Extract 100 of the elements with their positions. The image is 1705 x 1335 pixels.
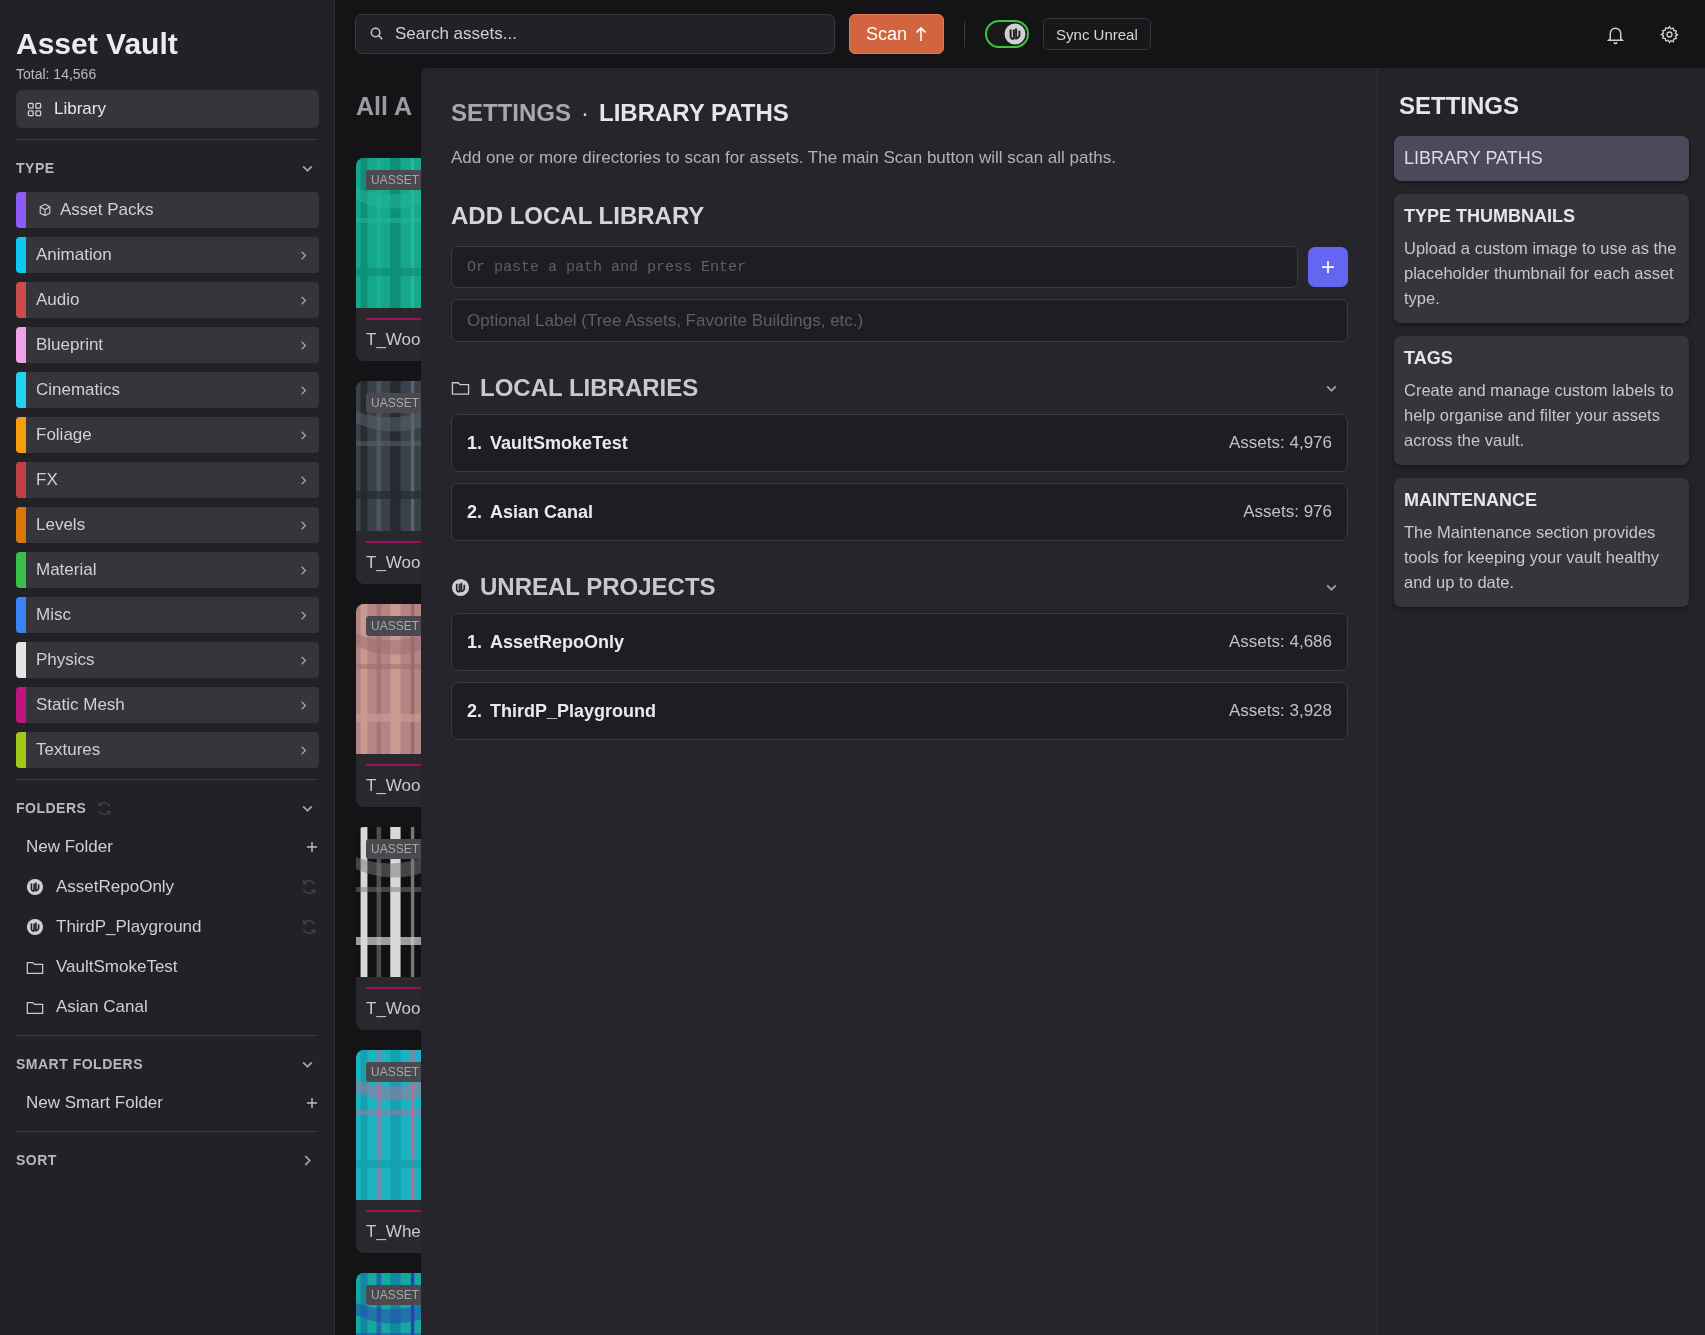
grid-icon: [27, 101, 42, 117]
nav-card-title: TYPE THUMBNAILS: [1404, 206, 1576, 227]
logo-icon: [26, 918, 44, 936]
folder-icon: [451, 380, 470, 396]
type-filter-item[interactable]: Foliage: [16, 417, 319, 453]
settings-description: Add one or more directories to scan for assets. The main Scan button will scan all paths.: [451, 148, 1117, 168]
library-row[interactable]: 2. Asian Canal Assets: 976: [451, 483, 1348, 541]
nav-card-description: The Maintenance section provides tools for keeping your vault healthy and up to date.: [1404, 522, 1660, 593]
type-filter-item[interactable]: Misc: [16, 597, 319, 633]
folder-item[interactable]: ThirdP_Playground: [56, 917, 288, 937]
settings-nav-card[interactable]: MAINTENANCE The Maintenance section provides tools for keeping your vault healthy and up to date.: [1394, 478, 1689, 607]
app-title: Asset Vault: [16, 26, 179, 62]
folder-item[interactable]: New Smart Folder: [26, 1093, 294, 1113]
add-path-button[interactable]: +: [1308, 247, 1348, 287]
breadcrumb-separator: ·: [581, 99, 589, 127]
library-name: VaultSmokeTest: [490, 432, 628, 454]
settings-nav-card[interactable]: TAGS Create and manage custom labels to help organise and filter your assets across the vault.: [1394, 336, 1689, 465]
cube-icon: [38, 203, 52, 217]
chevron-icon: [298, 519, 309, 531]
chevron-icon: [298, 384, 309, 396]
chevron-icon: [298, 564, 309, 576]
library-nav-item[interactable]: Library: [16, 90, 319, 128]
chevron-icon: [298, 699, 309, 711]
type-filter-item[interactable]: Asset Packs: [16, 192, 319, 228]
chevron-icon: [298, 474, 309, 486]
sync-toggle[interactable]: [985, 20, 1030, 48]
folder-item[interactable]: AssetRepoOnly: [56, 877, 288, 897]
row-index: 2.: [467, 700, 482, 722]
plus-icon[interactable]: [306, 1097, 318, 1109]
asset-card[interactable]: UASSET T_Woo: [356, 827, 421, 1030]
asset-card[interactable]: UASSET T_Whe: [356, 1050, 421, 1253]
search-field[interactable]: Search assets...: [355, 14, 835, 54]
folder-icon: [26, 959, 44, 975]
asset-card[interactable]: UASSET T_Woo: [356, 604, 421, 807]
file-type-badge: UASSET: [366, 1062, 421, 1082]
plus-icon[interactable]: [306, 841, 318, 853]
asset-count: Assets: 976: [1243, 502, 1332, 522]
breadcrumb-parent[interactable]: SETTINGS: [451, 99, 571, 127]
type-filter-item[interactable]: Cinematics: [16, 372, 319, 408]
library-row[interactable]: 2. ThirdP_Playground Assets: 3,928: [451, 682, 1348, 740]
type-filter-item[interactable]: Blueprint: [16, 327, 319, 363]
library-row[interactable]: 1. AssetRepoOnly Assets: 4,686: [451, 613, 1348, 671]
folder-item[interactable]: New Folder: [26, 837, 294, 857]
grid-heading: All A: [356, 92, 414, 122]
file-type-badge: UASSET: [366, 170, 421, 190]
nav-card-description: Upload a custom image to use as the placeholder thumbnail for each asset type.: [1404, 238, 1678, 309]
asset-name: T_Woo: [365, 329, 421, 350]
type-filter-item[interactable]: Physics: [16, 642, 319, 678]
row-index: 1.: [467, 432, 482, 454]
asset-card[interactable]: UASSET T_Woo: [356, 381, 421, 584]
section-heading: SORT: [16, 1152, 57, 1168]
nav-card-title: LIBRARY PATHS: [1404, 148, 1544, 169]
settings-nav-card[interactable]: TYPE THUMBNAILS Upload a custom image to use as the placeholder thumbnail for each asset type.: [1394, 194, 1689, 323]
type-filter-item[interactable]: Textures: [16, 732, 319, 768]
asset-name: T_Whe: [365, 1221, 421, 1242]
folder-icon: [26, 999, 44, 1015]
asset-count: Assets: 3,928: [1229, 701, 1332, 721]
type-filter-item[interactable]: Material: [16, 552, 319, 588]
section-title: ADD LOCAL LIBRARY: [451, 202, 706, 230]
section-title: UNREAL PROJECTS: [480, 573, 716, 601]
folder-item[interactable]: Asian Canal: [56, 997, 318, 1017]
type-filter-item[interactable]: Levels: [16, 507, 319, 543]
library-name: AssetRepoOnly: [490, 631, 625, 653]
row-index: 2.: [467, 501, 482, 523]
label-input[interactable]: Optional Label (Tree Assets, Favorite Buildings, etc.): [451, 299, 1348, 342]
chevron-icon: [298, 294, 309, 306]
chevron-icon: [298, 744, 309, 756]
settings-heading: SETTINGS: [1399, 92, 1520, 121]
file-type-badge: UASSET: [366, 616, 421, 636]
path-input[interactable]: Or paste a path and press Enter: [451, 246, 1298, 288]
chevron-icon: [298, 609, 309, 621]
scan-button[interactable]: Scan: [849, 14, 945, 54]
sync-unreal-button[interactable]: Sync Unreal: [1043, 18, 1151, 50]
asset-count: Assets: 4,976: [1229, 433, 1332, 453]
section-heading: TYPE: [16, 160, 55, 176]
total-count: Total: 14,566: [16, 66, 98, 82]
chevron-icon: [298, 339, 309, 351]
section-heading: FOLDERS: [16, 800, 87, 816]
settings-icon[interactable]: [1660, 24, 1679, 44]
logo-icon: [451, 577, 470, 597]
asset-card[interactable]: UASSET T_Woo: [356, 158, 421, 361]
type-filter-item[interactable]: Audio: [16, 282, 319, 318]
asset-name: T_Woo: [365, 998, 421, 1019]
asset-card[interactable]: UASSET: [356, 1273, 421, 1335]
asset-name: T_Woo: [365, 775, 421, 796]
type-filter-item[interactable]: Static Mesh: [16, 687, 319, 723]
asset-count: Assets: 4,686: [1229, 632, 1332, 652]
type-filter-item[interactable]: Animation: [16, 237, 319, 273]
library-row[interactable]: 1. VaultSmokeTest Assets: 4,976: [451, 414, 1348, 472]
nav-card-title: MAINTENANCE: [1404, 490, 1538, 511]
chevron-icon: [298, 249, 309, 261]
settings-nav-card[interactable]: LIBRARY PATHS: [1394, 136, 1689, 181]
section-title: LOCAL LIBRARIES: [480, 374, 699, 402]
type-filter-item[interactable]: FX: [16, 462, 319, 498]
file-type-badge: UASSET: [366, 839, 421, 859]
library-name: ThirdP_Playground: [490, 700, 657, 722]
library-name: Asian Canal: [490, 501, 594, 523]
folder-item[interactable]: VaultSmokeTest: [56, 957, 318, 977]
file-type-badge: UASSET: [366, 393, 421, 413]
asset-name: T_Woo: [365, 552, 421, 573]
